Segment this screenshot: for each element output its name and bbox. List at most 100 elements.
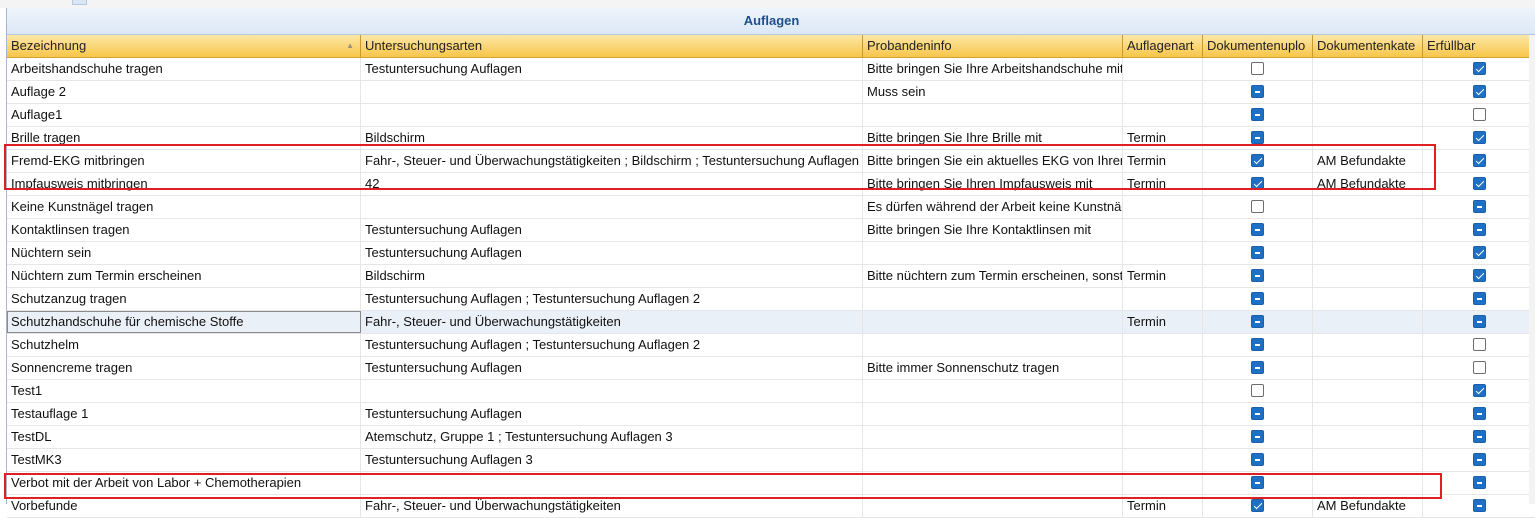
checkbox[interactable] (1472, 499, 1486, 513)
table-row[interactable]: Test1 (7, 380, 1535, 403)
cell-bezeichnung[interactable]: Schutzhelm (7, 334, 361, 356)
cell-dokumentenkategorie[interactable] (1313, 380, 1423, 402)
checkbox[interactable] (1251, 499, 1264, 513)
table-row[interactable]: Verbot mit der Arbeit von Labor + Chemot… (7, 472, 1535, 495)
checkbox[interactable] (1472, 476, 1486, 490)
cell-erfuellbar[interactable] (1423, 403, 1535, 425)
cell-erfuellbar[interactable] (1423, 495, 1535, 517)
table-row[interactable]: Nüchtern zum Termin erscheinen Bildschirm… (7, 265, 1535, 288)
checkbox[interactable] (1472, 430, 1486, 444)
table-row[interactable]: Sonnencreme tragen Testuntersuchung Aufla… (7, 357, 1535, 380)
cell-dokumentenkategorie[interactable] (1313, 127, 1423, 149)
cell-erfuellbar[interactable] (1423, 127, 1535, 149)
cell-dokumentenupload[interactable] (1203, 196, 1313, 218)
cell-dokumentenkategorie[interactable] (1313, 58, 1423, 80)
cell-probandeninfo[interactable] (863, 288, 1123, 310)
cell-dokumentenupload[interactable] (1203, 219, 1313, 241)
cell-auflagenart[interactable] (1123, 219, 1203, 241)
checkbox[interactable] (1251, 453, 1264, 467)
cell-untersuchungsarten[interactable]: Fahr-, Steuer- und Überwachungstätigkeit… (361, 311, 863, 333)
cell-probandeninfo[interactable] (863, 334, 1123, 356)
cell-dokumentenupload[interactable] (1203, 403, 1313, 425)
cell-erfuellbar[interactable] (1423, 196, 1535, 218)
checkbox[interactable] (1251, 200, 1264, 214)
cell-dokumentenupload[interactable] (1203, 357, 1313, 379)
cell-auflagenart[interactable] (1123, 288, 1203, 310)
table-row[interactable]: Schutzanzug tragen Testuntersuchung Aufla… (7, 288, 1535, 311)
cell-erfuellbar[interactable] (1423, 104, 1535, 126)
cell-probandeninfo[interactable]: Bitte bringen Sie ein aktuelles EKG von … (863, 150, 1123, 172)
cell-erfuellbar[interactable] (1423, 242, 1535, 264)
cell-dokumentenupload[interactable] (1203, 173, 1313, 195)
cell-untersuchungsarten[interactable]: Testuntersuchung Auflagen (361, 219, 863, 241)
column-header-auflagenart[interactable]: Auflagenart (1123, 35, 1203, 57)
cell-auflagenart[interactable]: Termin (1123, 495, 1203, 517)
cell-auflagenart[interactable]: Termin (1123, 127, 1203, 149)
cell-erfuellbar[interactable] (1423, 288, 1535, 310)
cell-dokumentenkategorie[interactable] (1313, 357, 1423, 379)
vertical-scrollbar[interactable] (1529, 35, 1535, 504)
cell-auflagenart[interactable] (1123, 81, 1203, 103)
cell-dokumentenkategorie[interactable] (1313, 334, 1423, 356)
cell-untersuchungsarten[interactable]: Bildschirm (361, 127, 863, 149)
cell-erfuellbar[interactable] (1423, 219, 1535, 241)
cell-untersuchungsarten[interactable]: Testuntersuchung Auflagen (361, 242, 863, 264)
cell-dokumentenkategorie[interactable] (1313, 472, 1423, 494)
table-row[interactable]: Impfausweis mitbringen 42 Bitte bringen Si… (7, 173, 1535, 196)
table-row[interactable]: Vorbefunde Fahr-, Steuer- und Überwachung… (7, 495, 1535, 518)
cell-bezeichnung[interactable]: TestMK3 (7, 449, 361, 471)
cell-probandeninfo[interactable] (863, 426, 1123, 448)
table-row[interactable]: Schutzhandschuhe für chemische Stoffe Fah… (7, 311, 1535, 334)
checkbox[interactable] (1472, 154, 1486, 168)
cell-bezeichnung[interactable]: Fremd-EKG mitbringen (7, 150, 361, 172)
cell-auflagenart[interactable] (1123, 472, 1203, 494)
cell-auflagenart[interactable] (1123, 357, 1203, 379)
checkbox[interactable] (1251, 62, 1264, 76)
cell-bezeichnung[interactable]: Sonnencreme tragen (7, 357, 361, 379)
cell-dokumentenupload[interactable] (1203, 58, 1313, 80)
cell-bezeichnung[interactable]: Test1 (7, 380, 361, 402)
cell-erfuellbar[interactable] (1423, 334, 1535, 356)
cell-dokumentenkategorie[interactable] (1313, 104, 1423, 126)
checkbox[interactable] (1472, 131, 1486, 145)
cell-erfuellbar[interactable] (1423, 81, 1535, 103)
cell-auflagenart[interactable] (1123, 242, 1203, 264)
cell-bezeichnung[interactable]: Schutzhandschuhe für chemische Stoffe (7, 311, 361, 333)
column-header-bezeichnung[interactable]: Bezeichnung ▲ (7, 35, 361, 57)
checkbox[interactable] (1251, 85, 1264, 99)
cell-probandeninfo[interactable]: Bitte bringen Sie Ihre Brille mit (863, 127, 1123, 149)
table-row[interactable]: Testauflage 1 Testuntersuchung Auflagen (7, 403, 1535, 426)
cell-untersuchungsarten[interactable] (361, 196, 863, 218)
cell-untersuchungsarten[interactable] (361, 81, 863, 103)
cell-bezeichnung[interactable]: Testauflage 1 (7, 403, 361, 425)
cell-dokumentenkategorie[interactable] (1313, 426, 1423, 448)
cell-dokumentenkategorie[interactable] (1313, 265, 1423, 287)
cell-bezeichnung[interactable]: Verbot mit der Arbeit von Labor + Chemot… (7, 472, 361, 494)
cell-erfuellbar[interactable] (1423, 58, 1535, 80)
cell-untersuchungsarten[interactable]: Testuntersuchung Auflagen (361, 357, 863, 379)
cell-bezeichnung[interactable]: Impfausweis mitbringen (7, 173, 361, 195)
cell-auflagenart[interactable] (1123, 196, 1203, 218)
checkbox[interactable] (1251, 177, 1264, 191)
cell-bezeichnung[interactable]: Kontaktlinsen tragen (7, 219, 361, 241)
checkbox[interactable] (1472, 269, 1486, 283)
cell-bezeichnung[interactable]: Nüchtern zum Termin erscheinen (7, 265, 361, 287)
cell-dokumentenupload[interactable] (1203, 495, 1313, 517)
cell-erfuellbar[interactable] (1423, 357, 1535, 379)
checkbox[interactable] (1251, 315, 1264, 329)
checkbox[interactable] (1251, 108, 1264, 122)
cell-dokumentenkategorie[interactable]: AM Befundakte (1313, 150, 1423, 172)
cell-probandeninfo[interactable] (863, 495, 1123, 517)
cell-dokumentenkategorie[interactable] (1313, 449, 1423, 471)
checkbox[interactable] (1251, 384, 1264, 398)
table-row[interactable]: TestDL Atemschutz, Gruppe 1 ; Testuntersu… (7, 426, 1535, 449)
cell-auflagenart[interactable] (1123, 334, 1203, 356)
checkbox[interactable] (1251, 476, 1264, 490)
cell-untersuchungsarten[interactable]: Testuntersuchung Auflagen ; Testuntersuc… (361, 288, 863, 310)
cell-probandeninfo[interactable] (863, 104, 1123, 126)
checkbox[interactable] (1472, 62, 1486, 76)
cell-dokumentenupload[interactable] (1203, 472, 1313, 494)
table-row[interactable]: Arbeitshandschuhe tragen Testuntersuchung… (7, 58, 1535, 81)
cell-dokumentenkategorie[interactable] (1313, 403, 1423, 425)
cell-bezeichnung[interactable]: Auflage 2 (7, 81, 361, 103)
